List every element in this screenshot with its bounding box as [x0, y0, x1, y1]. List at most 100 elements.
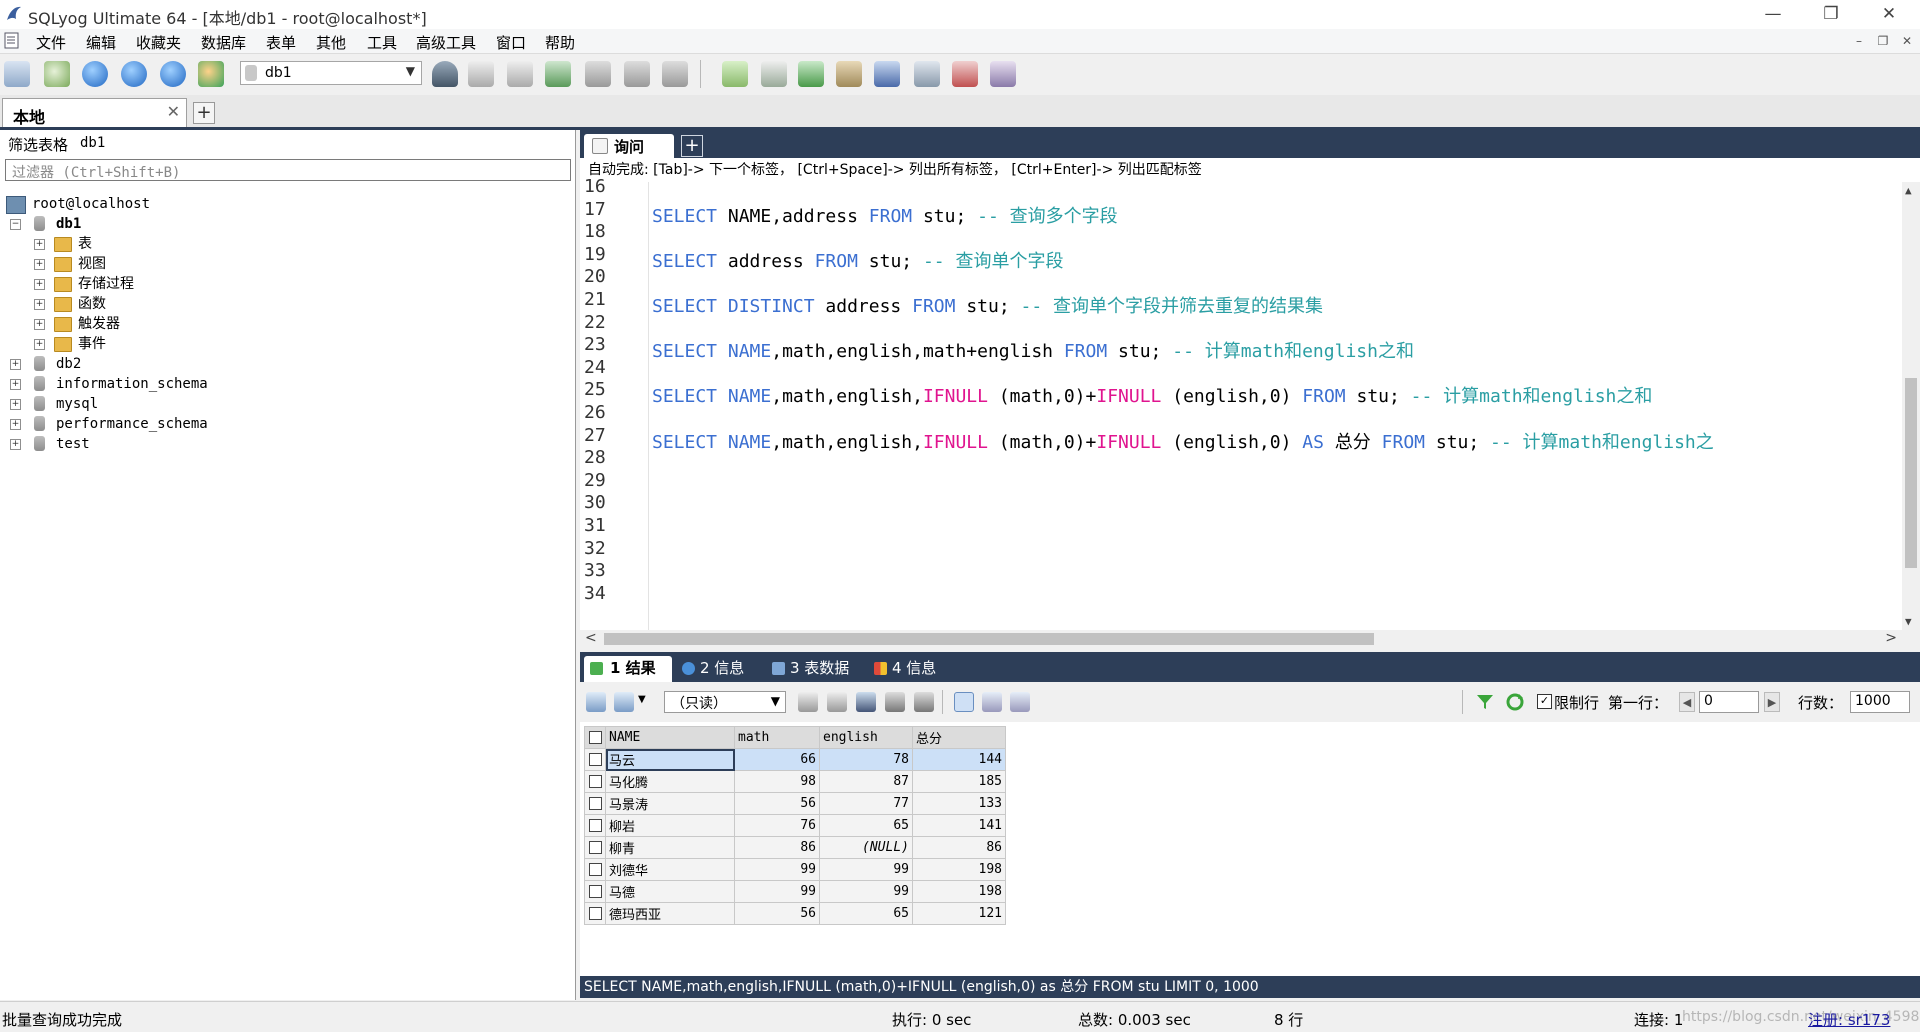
- cell-english[interactable]: 78: [819, 748, 913, 771]
- column-header-english[interactable]: english: [819, 726, 913, 749]
- menu-help[interactable]: 帮助: [545, 32, 575, 53]
- expand-icon[interactable]: +: [10, 379, 21, 390]
- cell-name[interactable]: 柳岩: [605, 814, 735, 837]
- sql-editor[interactable]: 16 17 18 19 20 21 22 23 24 25 26 27 28 29 30 31 32 33 34 S…: [580, 176, 1920, 630]
- menu-table[interactable]: 表单: [266, 32, 296, 53]
- cell-english[interactable]: 87: [819, 770, 913, 793]
- create-table-icon[interactable]: [507, 61, 533, 87]
- close-button[interactable]: ✕: [1860, 0, 1918, 29]
- row-checkbox[interactable]: [584, 814, 606, 837]
- cell-name[interactable]: 马化腾: [605, 770, 735, 793]
- menu-window[interactable]: 窗口: [496, 32, 526, 53]
- data-sync-icon[interactable]: [798, 61, 824, 87]
- copy-table-icon[interactable]: [662, 61, 688, 87]
- cell-total[interactable]: 198: [912, 858, 1006, 881]
- row-checkbox[interactable]: [584, 902, 606, 925]
- readonly-selector[interactable]: （只读） ▼: [664, 691, 786, 713]
- cell-english[interactable]: 99: [819, 880, 913, 903]
- backup-icon[interactable]: [761, 61, 787, 87]
- tab-messages[interactable]: 2 信息: [676, 656, 764, 682]
- new-query-icon[interactable]: [44, 61, 70, 87]
- previous-page-icon[interactable]: ◀: [1679, 692, 1695, 712]
- cancel-icon[interactable]: [914, 692, 934, 712]
- cell-math[interactable]: 98: [734, 770, 820, 793]
- column-header-math[interactable]: math: [734, 726, 820, 749]
- menu-file[interactable]: 文件: [36, 32, 66, 53]
- column-header-name[interactable]: NAME: [605, 726, 735, 749]
- mdi-minimize-button[interactable]: –: [1848, 33, 1870, 51]
- table-row[interactable]: 柳岩 76 65 141: [584, 814, 1006, 837]
- cell-math[interactable]: 99: [734, 858, 820, 881]
- structure-icon[interactable]: [990, 61, 1016, 87]
- code-line[interactable]: SELECT NAME,math,english,IFNULL (math,0)…: [652, 428, 1714, 454]
- horizontal-scrollbar[interactable]: < >: [580, 630, 1902, 648]
- tree-test[interactable]: + test: [10, 434, 310, 454]
- table-data-icon[interactable]: [585, 61, 611, 87]
- add-connection-button[interactable]: +: [193, 102, 215, 124]
- menu-favorites[interactable]: 收藏夹: [136, 32, 181, 53]
- cell-name[interactable]: 马德: [605, 880, 735, 903]
- import-external-icon[interactable]: [836, 61, 862, 87]
- code-line[interactable]: SELECT NAME,math,english,math+english FR…: [652, 337, 1414, 363]
- expand-icon[interactable]: +: [34, 259, 45, 270]
- cell-math[interactable]: 56: [734, 792, 820, 815]
- tree-information-schema[interactable]: + information_schema: [10, 374, 310, 394]
- delete-icon[interactable]: [885, 692, 905, 712]
- row-checkbox[interactable]: [584, 880, 606, 903]
- menu-tools[interactable]: 工具: [367, 32, 397, 53]
- cell-math[interactable]: 86: [734, 836, 820, 859]
- table-row[interactable]: 刘德华 99 99 198: [584, 858, 1006, 881]
- cell-total[interactable]: 185: [912, 770, 1006, 793]
- tree-db1[interactable]: − db1: [10, 214, 310, 234]
- expand-icon[interactable]: +: [34, 279, 45, 290]
- object-icon[interactable]: [198, 61, 224, 87]
- cell-math[interactable]: 76: [734, 814, 820, 837]
- select-all-checkbox[interactable]: [584, 726, 606, 749]
- execute-query-icon[interactable]: [82, 61, 108, 87]
- tree-item-functions[interactable]: + 函数: [34, 294, 284, 314]
- row-checkbox[interactable]: [584, 836, 606, 859]
- text-view-icon[interactable]: [1010, 692, 1030, 712]
- close-icon[interactable]: ✕: [167, 102, 180, 121]
- rows-input[interactable]: 1000: [1850, 691, 1910, 713]
- insert-row-icon[interactable]: [798, 692, 818, 712]
- query-tab[interactable]: 询问: [584, 134, 674, 158]
- cell-total[interactable]: 86: [912, 836, 1006, 859]
- row-checkbox[interactable]: [584, 770, 606, 793]
- tab-result[interactable]: 1 结果: [584, 656, 672, 682]
- cell-total[interactable]: 144: [912, 748, 1006, 771]
- menu-advanced-tools[interactable]: 高级工具: [416, 32, 476, 53]
- scroll-thumb[interactable]: [604, 633, 1374, 645]
- code-line[interactable]: SELECT NAME,math,english,IFNULL (math,0)…: [652, 382, 1652, 408]
- scroll-up-icon[interactable]: ▲: [1905, 184, 1912, 197]
- row-checkbox[interactable]: [584, 858, 606, 881]
- user-manager-icon[interactable]: [432, 61, 458, 87]
- create-database-icon[interactable]: [468, 61, 494, 87]
- chevron-down-icon[interactable]: ▼: [638, 694, 646, 705]
- cell-english[interactable]: 77: [819, 792, 913, 815]
- export-icon[interactable]: [586, 692, 606, 712]
- cell-english[interactable]: 65: [819, 814, 913, 837]
- connection-tab[interactable]: 本地 ✕: [2, 98, 187, 127]
- vertical-scrollbar[interactable]: ▲ ▼: [1902, 182, 1920, 630]
- database-selector[interactable]: db1 ▼: [240, 61, 422, 85]
- refresh-icon[interactable]: [1505, 692, 1525, 712]
- cell-english[interactable]: 65: [819, 902, 913, 925]
- cell-name[interactable]: 德玛西亚: [605, 902, 735, 925]
- filter-input[interactable]: 过滤器 (Ctrl+Shift+B): [5, 159, 571, 181]
- schema-designer-icon[interactable]: [874, 61, 900, 87]
- cell-name[interactable]: 马云: [605, 748, 735, 771]
- tree-item-tables[interactable]: + 表: [34, 234, 284, 254]
- table-row[interactable]: 德玛西亚 56 65 121: [584, 902, 1006, 925]
- table-schema-icon[interactable]: [624, 61, 650, 87]
- tree-server[interactable]: root@localhost: [6, 194, 306, 214]
- expand-icon[interactable]: +: [34, 299, 45, 310]
- grid-view-icon[interactable]: [954, 692, 974, 712]
- sync-icon[interactable]: [722, 61, 748, 87]
- scheduler-icon[interactable]: [952, 61, 978, 87]
- code-line[interactable]: SELECT DISTINCT address FROM stu; -- 查询单…: [652, 292, 1323, 318]
- cell-math[interactable]: 99: [734, 880, 820, 903]
- first-row-input[interactable]: 0: [1699, 691, 1759, 713]
- cell-english[interactable]: (NULL): [819, 836, 913, 859]
- column-header-total[interactable]: 总分: [912, 726, 1006, 749]
